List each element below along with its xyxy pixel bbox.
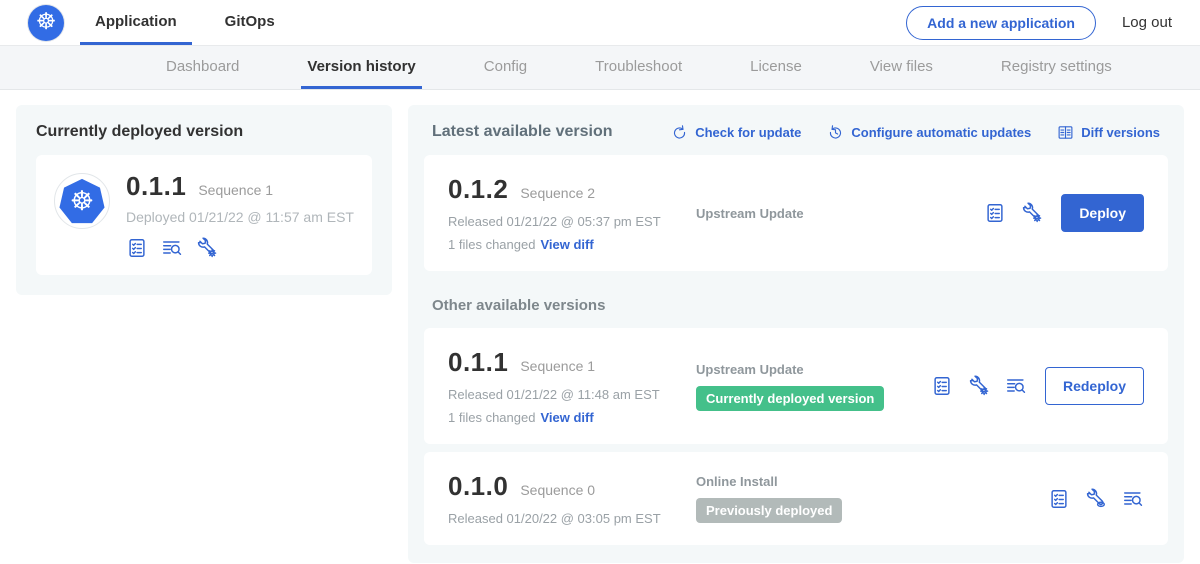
deployed-info: 0.1.1 Sequence 1 Deployed 01/21/22 @ 11:… <box>126 171 354 259</box>
kubernetes-helm-wheel-icon: ☸ <box>36 11 57 34</box>
subnav-troubleshoot[interactable]: Troubleshoot <box>589 46 688 89</box>
diff-versions-link[interactable]: Diff versions <box>1057 124 1160 141</box>
kubernetes-heptagon-icon: ☸ <box>59 178 105 224</box>
top-bar: ☸ Application GitOps Add a new applicati… <box>0 0 1200 46</box>
redeploy-button[interactable]: Redeploy <box>1045 367 1144 405</box>
version-number: 0.1.1 <box>126 171 186 202</box>
version-actions: Redeploy <box>931 367 1144 405</box>
kubernetes-helm-wheel-icon: ☸ <box>70 188 94 215</box>
subnav-version-history[interactable]: Version history <box>301 46 421 89</box>
versions-panel: Latest available version Check for updat… <box>408 105 1184 563</box>
sequence-label: Sequence 1 <box>520 358 595 374</box>
edit-config-icon[interactable] <box>196 237 218 259</box>
deployed-timestamp: Deployed 01/21/22 @ 11:57 am EST <box>126 209 354 225</box>
preflight-checklist-icon[interactable] <box>984 202 1006 224</box>
diff-versions-label: Diff versions <box>1081 125 1160 140</box>
release-notes-icon[interactable] <box>1005 375 1027 397</box>
configure-automatic-updates-label: Configure automatic updates <box>851 125 1031 140</box>
version-actions: Deploy <box>984 194 1144 232</box>
version-source: Online Install Previously deployed <box>696 474 1048 523</box>
released-timestamp: Released 01/20/22 @ 03:05 pm EST <box>448 511 696 526</box>
subnav-view-files[interactable]: View files <box>864 46 939 89</box>
version-source: Upstream Update <box>696 206 984 221</box>
logout-button[interactable]: Log out <box>1122 14 1172 31</box>
subnav-registry-settings[interactable]: Registry settings <box>995 46 1118 89</box>
sequence-label: Sequence 0 <box>520 482 595 498</box>
version-info: 0.1.1 Sequence 1 Released 01/21/22 @ 11:… <box>448 347 696 425</box>
currently-deployed-badge: Currently deployed version <box>696 386 884 411</box>
view-diff-link[interactable]: View diff <box>540 237 593 252</box>
edit-config-icon[interactable] <box>1021 202 1043 224</box>
version-number: 0.1.2 <box>448 174 508 205</box>
version-info: 0.1.2 Sequence 2 Released 01/21/22 @ 05:… <box>448 174 696 252</box>
configure-automatic-updates-link[interactable]: Configure automatic updates <box>827 124 1031 141</box>
version-card-0-1-2: 0.1.2 Sequence 2 Released 01/21/22 @ 05:… <box>424 155 1168 271</box>
currently-deployed-panel: Currently deployed version ☸ 0.1.1 Seque… <box>16 105 392 295</box>
released-timestamp: Released 01/21/22 @ 11:48 am EST <box>448 387 696 402</box>
check-for-update-link[interactable]: Check for update <box>671 124 801 141</box>
source-label: Online Install <box>696 474 1048 489</box>
subnav-license[interactable]: License <box>744 46 808 89</box>
kubernetes-logo[interactable]: ☸ <box>28 5 64 41</box>
source-label: Upstream Update <box>696 206 984 221</box>
view-config-icon[interactable] <box>1085 488 1107 510</box>
versions-panel-actions: Check for update Configure automatic upd… <box>671 124 1160 141</box>
tab-gitops[interactable]: GitOps <box>210 0 290 45</box>
currently-deployed-title: Currently deployed version <box>36 123 372 141</box>
edit-config-icon[interactable] <box>968 375 990 397</box>
files-changed-label: 1 files changed <box>448 410 535 425</box>
history-clock-icon <box>827 124 844 141</box>
deploy-button[interactable]: Deploy <box>1061 194 1144 232</box>
deployed-version-card: ☸ 0.1.1 Sequence 1 Deployed 01/21/22 @ 1… <box>36 155 372 275</box>
diff-table-icon <box>1057 124 1074 141</box>
tab-application[interactable]: Application <box>80 0 192 45</box>
version-card-0-1-1: 0.1.1 Sequence 1 Released 01/21/22 @ 11:… <box>424 328 1168 444</box>
subnav-config[interactable]: Config <box>478 46 533 89</box>
subnav-dashboard[interactable]: Dashboard <box>160 46 245 89</box>
version-number: 0.1.0 <box>448 471 508 502</box>
app-tabs: Application GitOps <box>80 0 308 45</box>
other-versions-title: Other available versions <box>432 297 1160 314</box>
app-logo: ☸ <box>54 173 110 229</box>
previously-deployed-badge: Previously deployed <box>696 498 842 523</box>
version-actions <box>1048 488 1144 510</box>
version-source: Upstream Update Currently deployed versi… <box>696 362 931 411</box>
files-changed-label: 1 files changed <box>448 237 535 252</box>
view-diff-link[interactable]: View diff <box>540 410 593 425</box>
version-info: 0.1.0 Sequence 0 Released 01/20/22 @ 03:… <box>448 471 696 526</box>
release-notes-icon[interactable] <box>1122 488 1144 510</box>
released-timestamp: Released 01/21/22 @ 05:37 pm EST <box>448 214 696 229</box>
preflight-checklist-icon[interactable] <box>126 237 148 259</box>
sequence-label: Sequence 2 <box>520 185 595 201</box>
refresh-icon <box>671 124 688 141</box>
version-number: 0.1.1 <box>448 347 508 378</box>
preflight-checklist-icon[interactable] <box>1048 488 1070 510</box>
main-content: Currently deployed version ☸ 0.1.1 Seque… <box>0 90 1200 564</box>
check-for-update-label: Check for update <box>695 125 801 140</box>
latest-version-title: Latest available version <box>432 123 613 141</box>
add-application-button[interactable]: Add a new application <box>906 6 1096 40</box>
release-notes-icon[interactable] <box>161 237 183 259</box>
app-subnav: Dashboard Version history Config Trouble… <box>0 46 1200 90</box>
source-label: Upstream Update <box>696 362 931 377</box>
preflight-checklist-icon[interactable] <box>931 375 953 397</box>
sequence-label: Sequence 1 <box>198 182 273 198</box>
version-card-0-1-0: 0.1.0 Sequence 0 Released 01/20/22 @ 03:… <box>424 452 1168 545</box>
topbar-right: Add a new application Log out <box>906 0 1172 45</box>
versions-panel-header: Latest available version Check for updat… <box>424 121 1168 141</box>
